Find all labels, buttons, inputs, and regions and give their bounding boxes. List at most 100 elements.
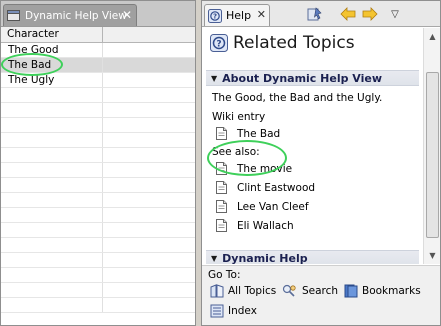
tab-help[interactable]: ? Help ✕ (204, 4, 270, 26)
table-row[interactable] (1, 118, 195, 133)
toolbar-button[interactable] (305, 5, 325, 23)
tab-label: Help (226, 9, 252, 22)
section-dynamic-help[interactable]: ▼ Dynamic Help (206, 250, 419, 264)
document-icon (216, 181, 227, 194)
character-table: The Good The Bad The Ugly (1, 43, 195, 313)
wiki-entry-label: Wiki entry (212, 111, 266, 123)
toolbar-icon (307, 7, 322, 21)
view-menu-button[interactable]: ▽ (388, 5, 402, 23)
index-icon (210, 304, 224, 318)
table-header: Character (1, 27, 195, 43)
empty-cell (103, 163, 195, 177)
forward-button[interactable] (360, 5, 380, 23)
related-topics-content: ? Related Topics ▼ About Dynamic Help Vi… (202, 28, 423, 264)
empty-cell (103, 88, 195, 102)
dynamic-help-view-panel: Dynamic Help View ✕ Character The Good Th… (0, 0, 196, 326)
topic-link-label: Eli Wallach (237, 219, 294, 232)
close-icon[interactable]: ✕ (257, 8, 266, 21)
table-row[interactable] (1, 133, 195, 148)
all-topics-icon (210, 284, 224, 298)
goto-label: Go To: (208, 269, 241, 281)
index-link[interactable]: Index (210, 304, 257, 318)
topic-link-label: The Bad (237, 127, 281, 140)
empty-cell (103, 223, 195, 237)
help-icon: ? (210, 34, 228, 52)
table-row[interactable] (1, 283, 195, 298)
search-link[interactable]: Search (282, 284, 338, 298)
empty-cell (103, 148, 195, 162)
scroll-down-icon[interactable]: ▼ (424, 247, 441, 264)
related-topics-header: ? Related Topics (202, 28, 423, 58)
column-header-empty[interactable] (103, 27, 195, 42)
bookmarks-icon (344, 284, 358, 298)
table-row[interactable] (1, 88, 195, 103)
link-label: All Topics (228, 285, 277, 297)
table-row[interactable] (1, 238, 195, 253)
character-cell: The Ugly (1, 73, 103, 87)
empty-cell (103, 268, 195, 282)
table-row[interactable] (1, 223, 195, 238)
character-cell (1, 193, 103, 207)
vertical-scrollbar[interactable]: ▲ ▼ (423, 28, 440, 264)
right-tab-bar: ? Help ✕ ▽ (202, 1, 440, 27)
scroll-up-icon[interactable]: ▲ (424, 28, 441, 45)
topic-link[interactable]: Clint Eastwood (202, 178, 423, 197)
character-cell (1, 178, 103, 192)
topic-link[interactable]: Lee Van Cleef (202, 197, 423, 216)
expand-triangle-icon: ▼ (211, 253, 218, 263)
character-cell (1, 268, 103, 282)
expand-triangle-icon: ▼ (211, 73, 218, 83)
section-title: About Dynamic Help View (222, 71, 383, 85)
scroll-thumb[interactable] (426, 72, 439, 238)
empty-cell (103, 118, 195, 132)
topic-link-label: Lee Van Cleef (237, 200, 309, 213)
table-row[interactable] (1, 253, 195, 268)
character-cell (1, 148, 103, 162)
table-row[interactable] (1, 163, 195, 178)
table-row[interactable] (1, 178, 195, 193)
empty-cell (103, 103, 195, 117)
table-row[interactable] (1, 298, 195, 313)
svg-text:?: ? (213, 12, 217, 20)
document-icon (216, 200, 227, 213)
character-cell (1, 238, 103, 252)
empty-cell (103, 43, 195, 57)
table-row[interactable] (1, 193, 195, 208)
left-tab-bar: Dynamic Help View ✕ (1, 1, 195, 27)
empty-cell (103, 298, 195, 312)
view-icon (7, 10, 20, 21)
table-row[interactable] (1, 208, 195, 223)
character-cell (1, 208, 103, 222)
table-row[interactable] (1, 103, 195, 118)
document-icon (216, 127, 227, 140)
empty-cell (103, 253, 195, 267)
help-icon: ? (208, 8, 222, 23)
table-row[interactable] (1, 268, 195, 283)
empty-cell (103, 238, 195, 252)
back-button[interactable] (338, 5, 358, 23)
empty-cell (103, 193, 195, 207)
link-label: Index (228, 305, 257, 317)
character-cell (1, 163, 103, 177)
character-cell (1, 88, 103, 102)
character-cell (1, 298, 103, 312)
section-about-dynamic-help-view[interactable]: ▼ About Dynamic Help View (206, 70, 419, 86)
all-topics-link[interactable]: All Topics (210, 284, 276, 298)
close-icon[interactable]: ✕ (122, 8, 132, 22)
document-icon (216, 219, 227, 232)
tab-dynamic-help-view[interactable]: Dynamic Help View ✕ (3, 4, 137, 26)
table-row[interactable] (1, 148, 195, 163)
column-header-character[interactable]: Character (1, 27, 103, 42)
forward-arrow-icon (362, 7, 378, 21)
search-icon (282, 284, 296, 297)
topic-link[interactable]: Eli Wallach (202, 216, 423, 235)
empty-cell (103, 178, 195, 192)
page-title: Related Topics (233, 33, 355, 53)
empty-cell (103, 133, 195, 147)
topic-link-label: Clint Eastwood (237, 181, 316, 194)
goto-bar: Go To: All Topics Search Bookmarks Index (202, 265, 440, 325)
character-cell (1, 103, 103, 117)
svg-text:?: ? (216, 39, 221, 49)
bookmarks-link[interactable]: Bookmarks (344, 284, 421, 298)
section-dynamic-help-wrapper: ▼ Dynamic Help (202, 250, 423, 264)
